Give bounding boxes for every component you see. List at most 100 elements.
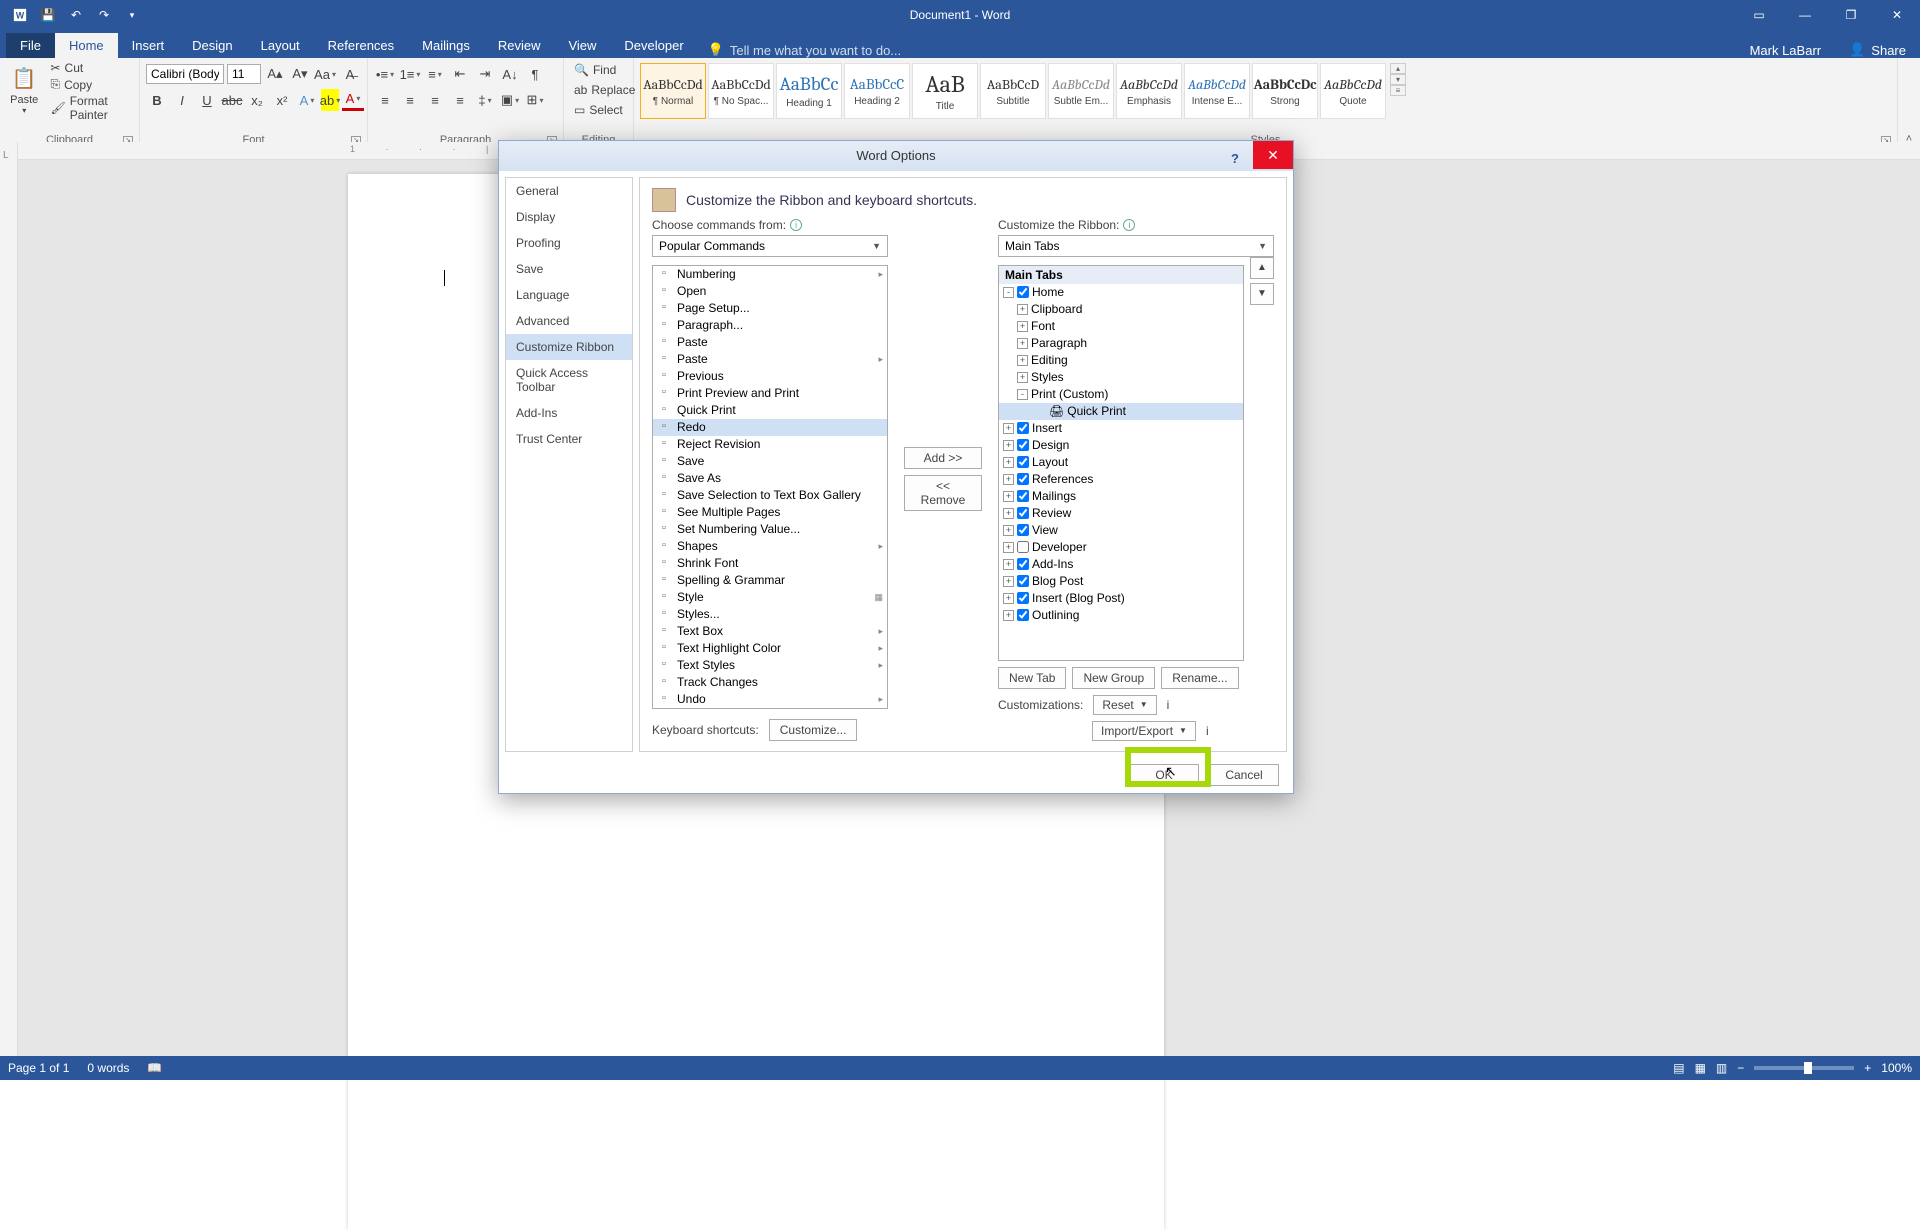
tree-checkbox[interactable] [1017,541,1029,553]
new-group-button[interactable]: New Group [1072,667,1155,689]
text-effects-icon[interactable]: A [296,89,318,111]
tree-node[interactable]: +Paragraph [999,335,1243,352]
numbering-icon[interactable]: 1≡ [399,63,421,85]
tree-node[interactable]: +Outlining [999,607,1243,624]
rename-button[interactable]: Rename... [1161,667,1238,689]
user-name[interactable]: Mark LaBarr [1736,43,1836,58]
command-item[interactable]: ▫Redo [653,419,887,436]
options-nav-save[interactable]: Save [506,256,632,282]
shading-icon[interactable]: ▣ [499,89,521,111]
tree-checkbox[interactable] [1017,490,1029,502]
page-status[interactable]: Page 1 of 1 [8,1061,69,1075]
tree-node[interactable]: +Blog Post [999,573,1243,590]
command-item[interactable]: ▫Shrink Font [653,555,887,572]
align-center-icon[interactable]: ≡ [399,89,421,111]
info-icon[interactable]: i [1206,724,1209,738]
dialog-close-icon[interactable]: ✕ [1253,141,1293,169]
options-nav-add-ins[interactable]: Add-Ins [506,400,632,426]
shrink-font-icon[interactable]: A▾ [289,63,311,85]
italic-icon[interactable]: I [171,89,193,111]
command-item[interactable]: ▫Track Changes [653,674,887,691]
justify-icon[interactable]: ≡ [449,89,471,111]
redo-icon[interactable]: ↷ [92,3,116,27]
zoom-level[interactable]: 100% [1881,1061,1912,1075]
web-layout-icon[interactable]: ▥ [1716,1061,1727,1075]
tree-node[interactable]: -Print (Custom) [999,386,1243,403]
command-item[interactable]: ▫Paste [653,334,887,351]
style--normal[interactable]: AaBbCcDd¶ Normal [640,63,706,119]
multilevel-icon[interactable]: ≡ [424,63,446,85]
tree-checkbox[interactable] [1017,524,1029,536]
decrease-indent-icon[interactable]: ⇤ [449,63,471,85]
style-strong[interactable]: AaBbCcDcStrong [1252,63,1318,119]
show-marks-icon[interactable]: ¶ [524,63,546,85]
options-nav-display[interactable]: Display [506,204,632,230]
bold-icon[interactable]: B [146,89,168,111]
tab-developer[interactable]: Developer [610,33,697,58]
zoom-slider[interactable] [1754,1066,1854,1070]
tab-home[interactable]: Home [55,33,118,58]
move-up-button[interactable]: ▲ [1250,257,1274,279]
print-layout-icon[interactable]: ▦ [1695,1061,1706,1075]
tree-node[interactable]: +Insert [999,420,1243,437]
minimize-icon[interactable]: — [1782,0,1828,30]
highlight-icon[interactable]: ab [321,89,339,111]
remove-button[interactable]: << Remove [904,475,982,511]
command-item[interactable]: ▫Save Selection to Text Box Gallery [653,487,887,504]
options-nav-proofing[interactable]: Proofing [506,230,632,256]
font-color-icon[interactable]: A [342,89,364,111]
tab-mailings[interactable]: Mailings [408,33,484,58]
save-icon[interactable]: 💾 [36,3,60,27]
command-item[interactable]: ▫Print Preview and Print [653,385,887,402]
font-size-combo[interactable] [227,64,261,84]
line-spacing-icon[interactable]: ‡ [474,89,496,111]
tree-node[interactable]: +Layout [999,454,1243,471]
command-item[interactable]: ▫Shapes▸ [653,538,887,555]
style-heading-1[interactable]: AaBbCcHeading 1 [776,63,842,119]
ok-button[interactable]: OK [1129,764,1199,786]
move-down-button[interactable]: ▼ [1250,283,1274,305]
tree-checkbox[interactable] [1017,609,1029,621]
tree-node[interactable]: +References [999,471,1243,488]
import-export-dropdown[interactable]: Import/Export▼ [1092,721,1196,741]
options-nav-trust-center[interactable]: Trust Center [506,426,632,452]
tree-node[interactable]: +View [999,522,1243,539]
change-case-icon[interactable]: Aa [314,63,336,85]
tree-checkbox[interactable] [1017,439,1029,451]
tree-checkbox[interactable] [1017,507,1029,519]
tree-checkbox[interactable] [1017,592,1029,604]
tree-node[interactable]: +Mailings [999,488,1243,505]
cancel-button[interactable]: Cancel [1209,764,1279,786]
styles-up-icon[interactable]: ▴ [1390,63,1406,74]
tree-checkbox[interactable] [1017,558,1029,570]
style-title[interactable]: AaBTitle [912,63,978,119]
tree-checkbox[interactable] [1017,422,1029,434]
style-intense-e-[interactable]: AaBbCcDdIntense E... [1184,63,1250,119]
tree-node[interactable]: +Design [999,437,1243,454]
options-nav-general[interactable]: General [506,178,632,204]
font-name-combo[interactable] [146,64,224,84]
command-item[interactable]: ▫Spelling & Grammar [653,572,887,589]
subscript-icon[interactable]: x₂ [246,89,268,111]
borders-icon[interactable]: ⊞ [524,89,546,111]
tree-node[interactable]: -Home [999,284,1243,301]
command-item[interactable]: ▫Undo▸ [653,691,887,708]
find-button[interactable]: 🔍Find [570,62,620,78]
tree-node[interactable]: +Insert (Blog Post) [999,590,1243,607]
read-mode-icon[interactable]: ▤ [1673,1061,1684,1075]
command-item[interactable]: ▫Style▦ [653,589,887,606]
tab-insert[interactable]: Insert [118,33,179,58]
command-item[interactable]: ▫Page Setup... [653,300,887,317]
reset-dropdown[interactable]: Reset▼ [1093,695,1156,715]
style--no-spac-[interactable]: AaBbCcDd¶ No Spac... [708,63,774,119]
tree-node[interactable]: +Editing [999,352,1243,369]
customize-ribbon-combo[interactable]: Main Tabs▼ [998,235,1274,257]
increase-indent-icon[interactable]: ⇥ [474,63,496,85]
options-nav-customize-ribbon[interactable]: Customize Ribbon [506,334,632,360]
command-item[interactable]: ▫Quick Print [653,402,887,419]
tab-design[interactable]: Design [178,33,246,58]
style-quote[interactable]: AaBbCcDdQuote [1320,63,1386,119]
options-nav-language[interactable]: Language [506,282,632,308]
tab-review[interactable]: Review [484,33,555,58]
zoom-in-icon[interactable]: + [1864,1061,1871,1075]
